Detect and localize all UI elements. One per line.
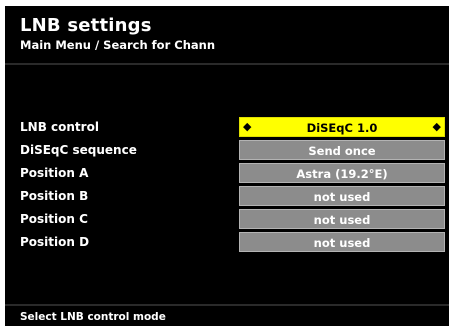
- footer-divider: [5, 304, 449, 306]
- arrow-left-icon[interactable]: ◆: [243, 118, 251, 136]
- position-b-selector[interactable]: not used: [239, 186, 445, 206]
- position-d-selector[interactable]: not used: [239, 232, 445, 252]
- page-title: LNB settings: [20, 15, 152, 36]
- position-d-label: Position D: [20, 235, 90, 249]
- position-a-label: Position A: [20, 166, 89, 180]
- lnb-control-value: DiSEqC 1.0: [306, 121, 378, 135]
- diseqc-sequence-label: DiSEqC sequence: [20, 143, 137, 157]
- position-c-selector[interactable]: not used: [239, 209, 445, 229]
- position-c-value: not used: [313, 213, 371, 227]
- tv-menu-screen: LNB settings Main Menu / Search for Chan…: [5, 6, 449, 326]
- arrow-right-icon[interactable]: ◆: [433, 118, 441, 136]
- breadcrumb: Main Menu / Search for Chann: [20, 38, 216, 52]
- position-c-label: Position C: [20, 212, 88, 226]
- diseqc-sequence-selector[interactable]: Send once: [239, 140, 445, 160]
- help-text: Select LNB control mode: [20, 311, 166, 323]
- position-a-selector[interactable]: Astra (19.2°E): [239, 163, 445, 183]
- diseqc-sequence-value: Send once: [308, 144, 376, 158]
- lnb-control-label: LNB control: [20, 120, 99, 134]
- position-d-value: not used: [313, 236, 371, 250]
- lnb-control-selector[interactable]: ◆ DiSEqC 1.0 ◆: [239, 117, 445, 137]
- position-a-value: Astra (19.2°E): [296, 167, 388, 181]
- position-b-value: not used: [313, 190, 371, 204]
- header-divider: [5, 63, 449, 65]
- position-b-label: Position B: [20, 189, 89, 203]
